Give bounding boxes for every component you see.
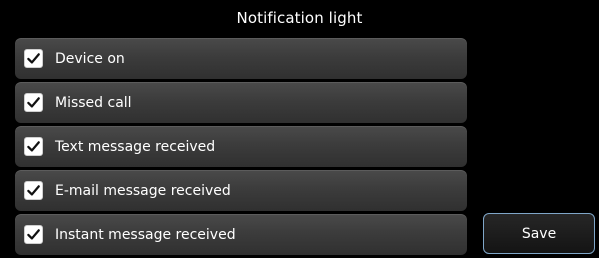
option-label: Text message received: [55, 138, 216, 155]
checkbox-instant-message[interactable]: [24, 225, 43, 244]
option-label: Missed call: [55, 94, 132, 111]
checkbox-text-message[interactable]: [24, 137, 43, 156]
checkbox-missed-call[interactable]: [24, 93, 43, 112]
checkbox-device-on[interactable]: [24, 49, 43, 68]
option-device-on[interactable]: Device on: [15, 38, 467, 79]
option-label: Device on: [55, 50, 125, 67]
checkmark-icon: [27, 97, 40, 108]
option-instant-message[interactable]: Instant message received: [15, 214, 467, 255]
checkmark-icon: [27, 185, 40, 196]
option-missed-call[interactable]: Missed call: [15, 82, 467, 123]
checkmark-icon: [27, 141, 40, 152]
option-label: E-mail message received: [55, 182, 231, 199]
page-title: Notification light: [236, 9, 363, 27]
option-label: Instant message received: [55, 226, 236, 243]
save-button[interactable]: Save: [483, 213, 595, 254]
options-list: Device on Missed call Text message recei…: [15, 38, 467, 258]
title-bar: Notification light: [0, 0, 599, 36]
checkbox-email-message[interactable]: [24, 181, 43, 200]
checkmark-icon: [27, 53, 40, 64]
option-text-message[interactable]: Text message received: [15, 126, 467, 167]
option-email-message[interactable]: E-mail message received: [15, 170, 467, 211]
checkmark-icon: [27, 229, 40, 240]
